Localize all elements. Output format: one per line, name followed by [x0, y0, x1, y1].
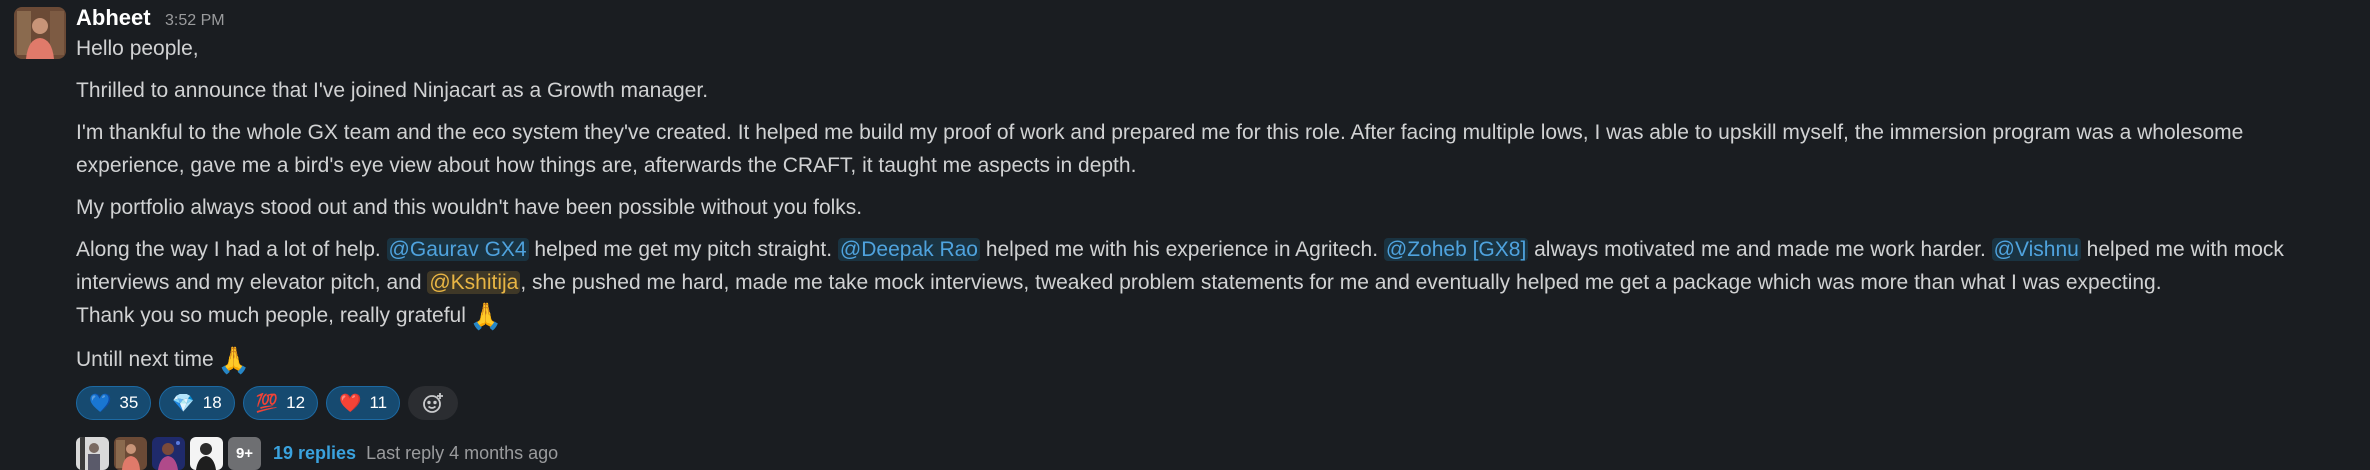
add-emoji-icon: [423, 393, 444, 413]
reaction-count: 18: [202, 393, 222, 412]
reaction-count: 11: [369, 393, 388, 412]
reaction-bar: 💙 35 💎 18 💯 12 ❤️ 11: [76, 386, 2356, 420]
replies-link[interactable]: 19 replies: [273, 443, 356, 464]
participant-avatar: [152, 436, 185, 470]
reaction-blue-heart[interactable]: 💙 35: [76, 386, 152, 420]
reaction-gem[interactable]: 💎 18: [159, 386, 235, 420]
add-reaction-button[interactable]: [408, 386, 459, 420]
announcement: Thrilled to announce that I've joined Ni…: [76, 79, 709, 102]
mention-gaurav[interactable]: @Gaurav GX4: [386, 238, 529, 261]
message-header: Abheet 3:52 PM: [76, 4, 2356, 32]
reaction-count: 12: [286, 393, 306, 412]
reaction-red-heart[interactable]: ❤️ 11: [326, 386, 401, 420]
author-name[interactable]: Abheet: [76, 5, 151, 30]
mention-kshitija[interactable]: @Kshitija: [427, 271, 521, 294]
help-text: Along the way I had a lot of help.: [76, 238, 387, 261]
mention-vishnu[interactable]: @Vishnu: [1991, 238, 2081, 261]
help-text: always motivated me and made me work har…: [1528, 238, 1992, 261]
red-heart-emoji: ❤️: [339, 392, 362, 414]
portfolio-paragraph: My portfolio always stood out and this w…: [76, 196, 863, 219]
help-paragraph: Along the way I had a lot of help. @Gaur…: [76, 233, 2356, 299]
thank-you-text: Thank you so much people, really gratefu…: [76, 304, 466, 327]
help-text: helped me get my pitch straight.: [528, 238, 838, 261]
reaction-hundred[interactable]: 💯 12: [242, 386, 319, 420]
participant-avatar: [190, 436, 223, 470]
help-text: , she pushed me hard, made me take mock …: [520, 271, 2162, 294]
author-avatar[interactable]: [14, 7, 66, 59]
message-content: Abheet 3:52 PM Hello people, Thrilled to…: [76, 4, 2356, 470]
participant-avatar: [76, 436, 109, 470]
reaction-count: 35: [119, 393, 139, 412]
gem-emoji: 💎: [172, 392, 195, 414]
signoff-line: Untill next time 🙏: [76, 343, 2356, 378]
thanks-paragraph: I'm thankful to the whole GX team and th…: [76, 121, 2244, 177]
help-text: helped me with his experience in Agritec…: [979, 238, 1384, 261]
mention-deepak[interactable]: @Deepak Rao: [837, 238, 980, 261]
message: Abheet 3:52 PM Hello people, Thrilled to…: [0, 0, 2370, 470]
pray-emoji: 🙏: [469, 302, 503, 332]
hundred-emoji: 💯: [255, 392, 279, 414]
participant-avatar: [114, 436, 147, 470]
thread-summary[interactable]: 9+ 19 replies Last reply 4 months ago: [76, 436, 2356, 470]
blue-heart-emoji: 💙: [89, 392, 112, 414]
pray-emoji: 🙏: [217, 346, 251, 376]
mention-zoheb[interactable]: @Zoheb [GX8]: [1383, 238, 1529, 261]
greeting: Hello people,: [76, 37, 199, 60]
message-timestamp[interactable]: 3:52 PM: [165, 12, 225, 29]
signoff-text: Untill next time: [76, 348, 214, 371]
more-participants-badge: 9+: [228, 436, 261, 470]
last-reply-time: Last reply 4 months ago: [366, 442, 559, 463]
thank-you-line: Thank you so much people, really gratefu…: [76, 299, 2356, 334]
